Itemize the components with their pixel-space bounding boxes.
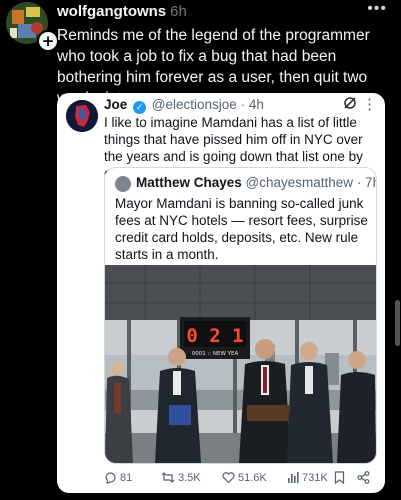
tweet-more-icon[interactable]: ⋮ [362,95,377,113]
forum-post: + wolfgangtowns 6h ••• Reminds me of the … [0,0,401,500]
quote-text: Mayor Mamdani is banning so-called junk … [115,196,368,262]
clock-text: 0 2 1 [186,325,243,347]
views-count: 731K [302,472,328,484]
post-timestamp: 6h [170,3,187,20]
bookmark-icon[interactable] [334,471,348,485]
reply-icon [105,472,116,484]
tweet-actions: 81 3.5K 51.6K 731K [57,471,385,489]
quote-author-name[interactable]: Matthew Chayes [136,175,242,190]
views-icon [288,472,299,483]
tweet-avatar[interactable] [66,100,98,132]
repost-count: 3.5K [178,472,201,484]
sign-text: 0001 :: NEW YEA [192,351,239,357]
reply-button[interactable]: 81 [104,471,132,484]
grok-icon[interactable] [343,96,357,114]
reply-count: 81 [120,472,133,484]
repost-button[interactable]: 3.5K [161,471,201,484]
repost-icon [161,472,175,483]
more-icon[interactable]: ••• [367,0,387,18]
plus-icon[interactable]: + [37,30,59,52]
post-author[interactable]: wolfgangtowns 6h [57,3,187,20]
username[interactable]: wolfgangtowns [57,3,166,20]
quote-time: · 7h [356,175,376,190]
like-button[interactable]: 51.6K [222,471,267,484]
quoted-tweet[interactable]: Matthew Chayes @chayesmatthew · 7h Mayor… [104,167,377,464]
quote-avatar[interactable] [115,176,131,192]
tweet-handle[interactable]: @electionsjoe [152,97,237,112]
scrollbar[interactable] [395,300,400,346]
tweet-author-name[interactable]: Joe [104,97,127,112]
views-button[interactable]: 731K [287,471,328,484]
like-icon [222,472,235,484]
embedded-tweet[interactable]: Joe ✓ @electionsjoe · 4h ⋮ I like to ima… [57,93,385,493]
like-count: 51.6K [238,472,267,484]
verified-icon: ✓ [133,101,147,114]
quote-handle[interactable]: @chayesmatthew [246,175,354,190]
share-icon[interactable] [357,471,373,484]
tweet-header: Joe ✓ @electionsjoe · 4h [104,97,264,114]
quote-photo[interactable]: 0 2 1 0001 :: NEW YEA [105,265,376,463]
tweet-time: · 4h [240,97,264,112]
user-avatar-wrap[interactable]: + [6,2,59,52]
quote-header: Matthew Chayes @chayesmatthew · 7h [136,175,376,190]
